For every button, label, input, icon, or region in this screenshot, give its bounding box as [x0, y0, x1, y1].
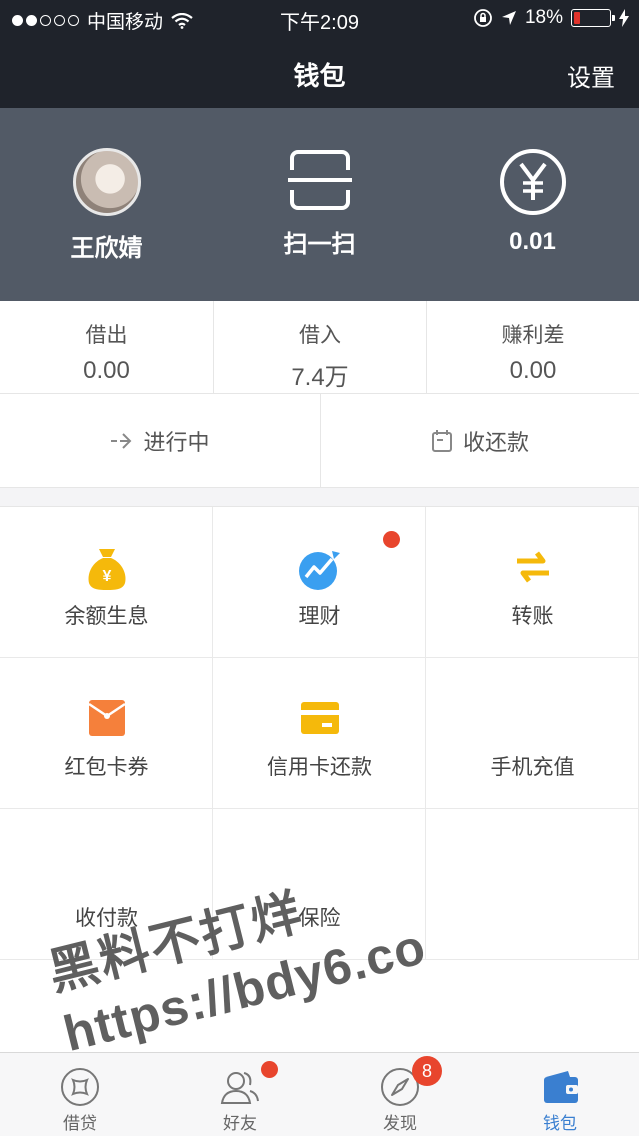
money-bag-icon: ¥ — [88, 549, 125, 590]
service-label: 红包卡券 — [64, 756, 149, 779]
page-title: 钱包 — [293, 61, 346, 91]
calendar-icon — [431, 430, 452, 452]
notification-dot — [261, 1061, 278, 1078]
scan-button[interactable]: 扫一扫 — [213, 148, 426, 259]
service-mobile-topup[interactable]: 手机充值 — [426, 658, 639, 809]
battery-icon — [571, 9, 615, 27]
tab-label: 发现 — [383, 1114, 417, 1133]
status-bar: 中国移动 下午2:09 18% — [0, 0, 639, 36]
service-empty — [426, 809, 639, 960]
service-label: 余额生息 — [64, 605, 149, 628]
tab-bar: 借贷 好友 发现 8 钱包 — [0, 1052, 639, 1136]
tab-discover[interactable]: 发现 8 — [320, 1053, 480, 1136]
chart-trend-icon — [298, 551, 340, 590]
services-grid: ¥ 余额生息 理财 转账 红包卡券 信用卡还款 手机充值 收付款 保险 — [0, 506, 639, 960]
svg-text:¥: ¥ — [102, 568, 111, 585]
summary-label: 借入 — [299, 324, 341, 347]
loan-icon — [61, 1068, 99, 1106]
tab-loan[interactable]: 借贷 — [0, 1053, 160, 1136]
loan-status-row: 进行中 收还款 — [0, 394, 639, 488]
red-envelope-icon — [87, 700, 126, 736]
balance-button[interactable]: 0.01 — [426, 148, 639, 256]
service-label: 手机充值 — [490, 756, 575, 779]
content-spacer — [0, 960, 639, 1052]
service-payments[interactable]: 收付款 — [0, 809, 213, 960]
in-progress-label: 进行中 — [143, 430, 210, 455]
notification-dot — [383, 531, 400, 548]
user-name: 王欣婧 — [70, 235, 143, 262]
header: 中国移动 下午2:09 18% 钱包 设置 — [0, 0, 639, 108]
wallet-icon — [544, 1071, 578, 1103]
tab-label: 好友 — [223, 1114, 257, 1133]
tab-label: 钱包 — [543, 1114, 577, 1133]
summary-value: 0.00 — [509, 357, 557, 384]
scan-label: 扫一扫 — [283, 231, 356, 258]
arrow-right-icon — [111, 433, 132, 449]
avatar — [72, 148, 141, 216]
service-label: 保险 — [298, 907, 341, 930]
service-red-envelope[interactable]: 红包卡券 — [0, 658, 213, 809]
wallet-screen: 中国移动 下午2:09 18% 钱包 设置 王欣婧 扫一扫 0.01 借出 0.… — [0, 0, 639, 1136]
charging-icon — [619, 9, 629, 27]
settings-button[interactable]: 设置 — [567, 58, 615, 93]
location-icon — [501, 11, 516, 25]
summary-value: 7.4万 — [291, 364, 349, 391]
summary-spread[interactable]: 赚利差 0.00 — [426, 301, 639, 394]
nav-bar: 钱包 设置 — [0, 36, 639, 108]
tab-friends[interactable]: 好友 — [160, 1053, 320, 1136]
service-label: 收付款 — [75, 907, 138, 930]
wallet-hero: 王欣婧 扫一扫 0.01 — [0, 108, 639, 301]
tab-wallet[interactable]: 钱包 — [480, 1053, 639, 1136]
repayment-label: 收还款 — [462, 430, 529, 455]
summary-label: 借出 — [85, 324, 128, 347]
transfer-icon — [516, 551, 549, 583]
in-progress-button[interactable]: 进行中 — [0, 394, 319, 488]
service-label: 转账 — [511, 605, 554, 628]
battery-percent: 18% — [524, 7, 563, 28]
service-label: 理财 — [298, 605, 341, 628]
service-wealth[interactable]: 理财 — [213, 507, 426, 658]
discover-badge: 8 — [412, 1056, 442, 1086]
summary-borrowed[interactable]: 借入 7.4万 — [213, 301, 426, 394]
summary-lent[interactable]: 借出 0.00 — [0, 301, 213, 394]
service-label: 信用卡还款 — [267, 756, 372, 779]
summary-label: 赚利差 — [501, 324, 565, 347]
repayment-button[interactable]: 收还款 — [320, 394, 639, 488]
yuan-icon — [499, 149, 566, 215]
credit-card-icon — [300, 702, 339, 734]
friends-icon — [220, 1072, 259, 1104]
service-insurance[interactable]: 保险 — [213, 809, 426, 960]
summary-value: 0.00 — [83, 357, 130, 384]
balance-value: 0.01 — [509, 228, 556, 255]
profile-button[interactable]: 王欣婧 — [0, 148, 213, 263]
service-transfer[interactable]: 转账 — [426, 507, 639, 658]
scan-icon — [287, 150, 352, 210]
service-balance-interest[interactable]: ¥ 余额生息 — [0, 507, 213, 658]
loan-summary: 借出 0.00 借入 7.4万 赚利差 0.00 — [0, 301, 639, 394]
tab-label: 借贷 — [63, 1114, 97, 1133]
service-credit-card[interactable]: 信用卡还款 — [213, 658, 426, 809]
rotation-lock-icon — [474, 9, 492, 27]
